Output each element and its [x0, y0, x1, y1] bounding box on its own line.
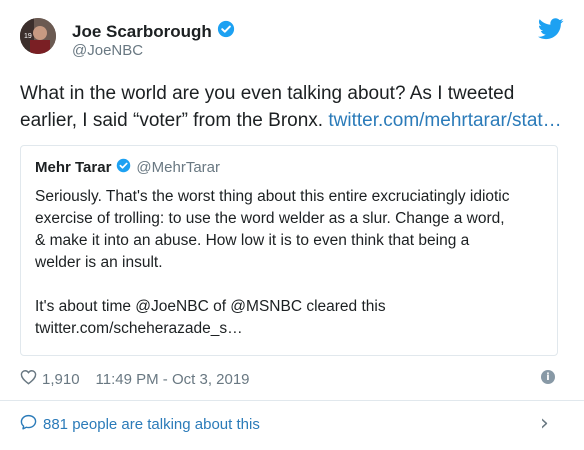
tweet-card: 19 Joe Scarborough @JoeNBC What in the w… [0, 0, 584, 450]
quoted-author-name: Mehr Tarar [35, 159, 112, 176]
quoted-text-line: welder is an insult. [35, 254, 163, 271]
quoted-text-line: exercise of trolling: to use the word we… [35, 210, 505, 227]
quoted-tweet-header: Mehr Tarar @MehrTarar [35, 158, 220, 177]
quoted-text-line: It's about time @JoeNBC of @MSNBC cleare… [35, 298, 386, 315]
quoted-tweet[interactable]: Mehr Tarar @MehrTarar Seriously. That's … [20, 145, 558, 356]
author-name-row[interactable]: Joe Scarborough [72, 20, 235, 43]
tweet-text: What in the world are you even talking a… [20, 80, 565, 134]
avatar[interactable]: 19 [20, 18, 56, 54]
tweet-link[interactable]: twitter.com/mehrtarar/stat… [328, 110, 561, 131]
quoted-text-line: Seriously. That's the worst thing about … [35, 188, 510, 205]
verified-badge-icon [217, 20, 235, 43]
divider [0, 400, 584, 401]
author-handle[interactable]: @JoeNBC [72, 42, 143, 59]
conversation-link[interactable]: 881 people are talking about this [20, 414, 260, 434]
quoted-text-line: twitter.com/scheherazade_s… [35, 320, 243, 337]
speech-bubble-icon [20, 414, 37, 434]
like-button[interactable]: 1,910 [20, 369, 80, 389]
chevron-right-icon[interactable]: › [540, 411, 549, 436]
quoted-tweet-body: Seriously. That's the worst thing about … [35, 186, 545, 340]
svg-text:19: 19 [24, 33, 32, 40]
tweet-timestamp[interactable]: 11:49 PM - Oct 3, 2019 [96, 371, 250, 388]
twitter-bird-icon[interactable] [537, 18, 564, 40]
tweet-meta: 1,910 11:49 PM - Oct 3, 2019 [20, 369, 250, 389]
heart-icon [20, 369, 37, 389]
verified-badge-icon [116, 158, 131, 177]
quoted-text-line: & make it into an abuse. How low it is t… [35, 232, 470, 249]
info-icon[interactable]: i [541, 370, 555, 384]
author-name[interactable]: Joe Scarborough [72, 22, 212, 42]
quoted-author-handle: @MehrTarar [136, 159, 220, 176]
conversation-count-text: 881 people are talking about this [43, 415, 260, 433]
like-count: 1,910 [42, 370, 80, 388]
